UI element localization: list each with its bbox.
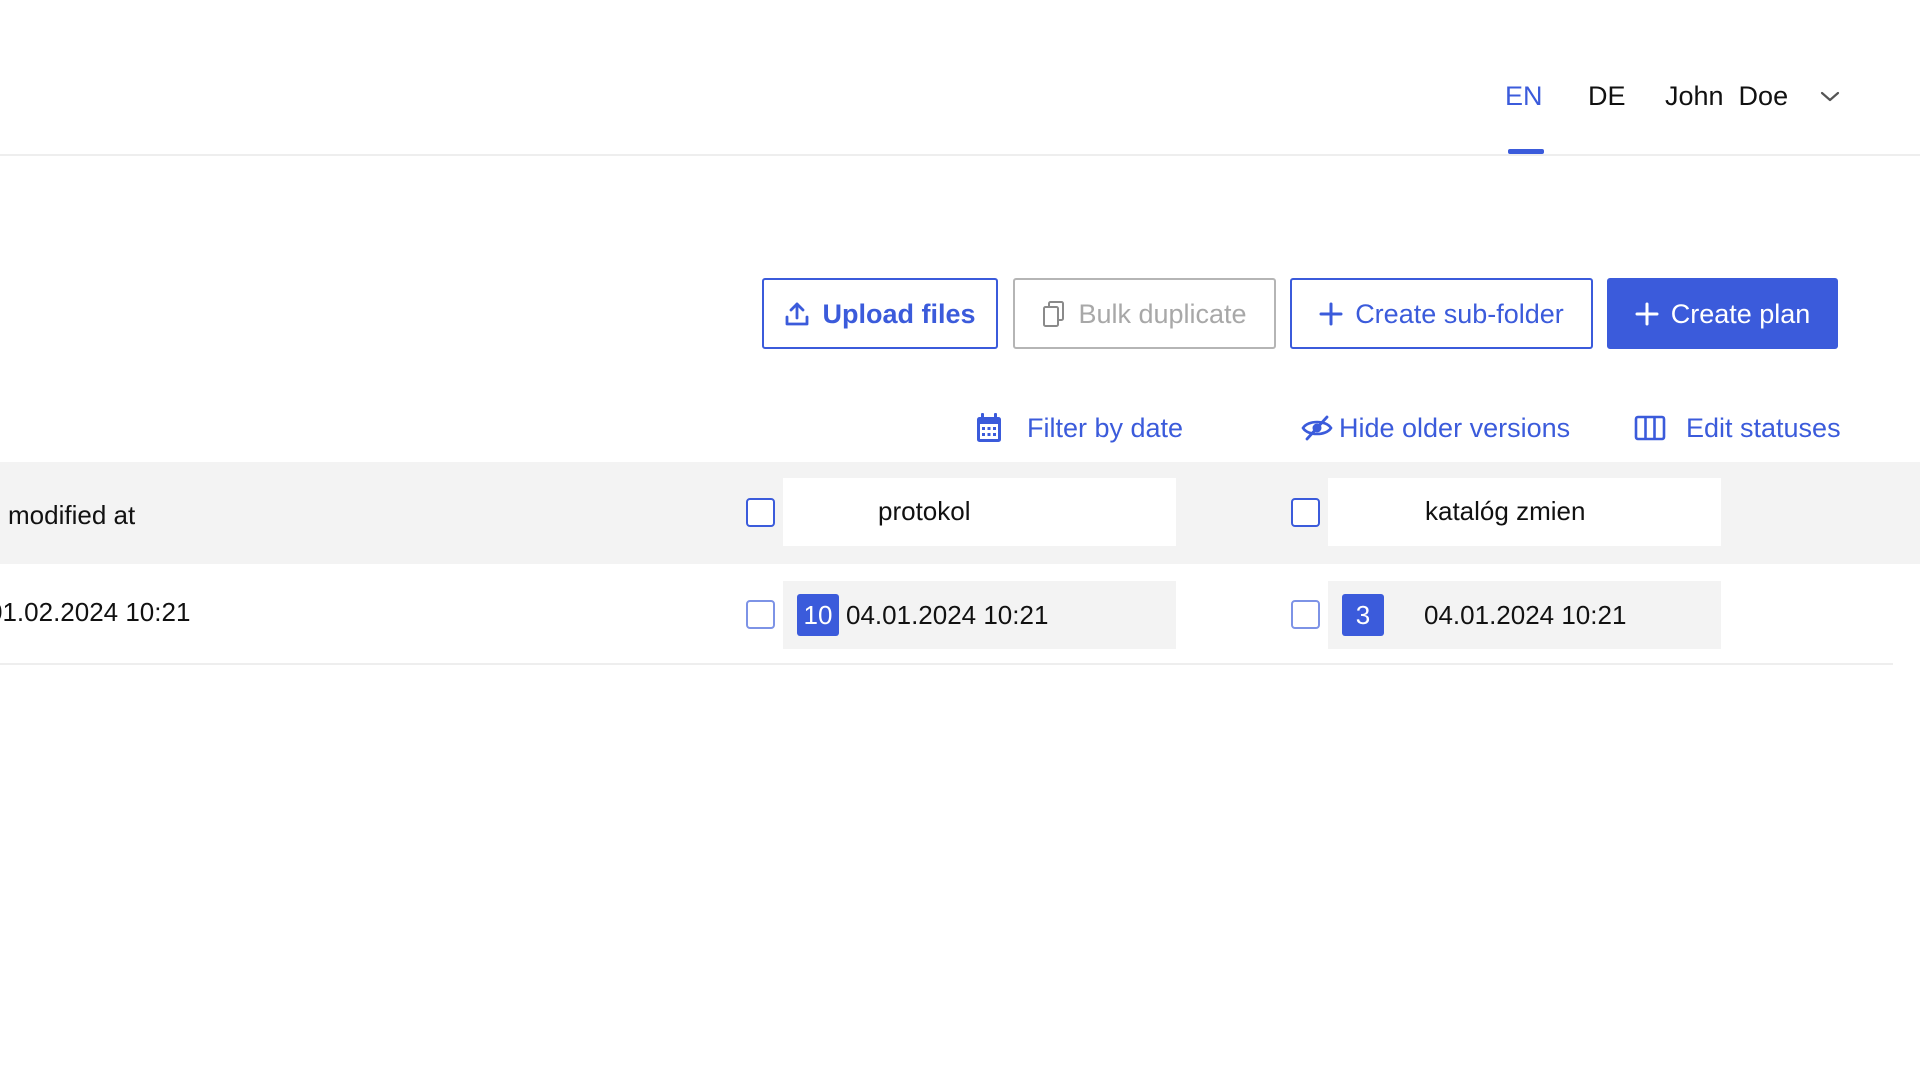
hide-older-versions-button[interactable]: Hide older versions bbox=[1301, 410, 1570, 446]
version-count-badge[interactable]: 10 bbox=[797, 594, 839, 636]
select-cell-katalog-zmien-checkbox[interactable] bbox=[1291, 600, 1320, 629]
edit-statuses-label: Edit statuses bbox=[1686, 412, 1841, 443]
upload-files-label: Upload files bbox=[822, 298, 976, 329]
calendar-icon bbox=[977, 413, 1001, 442]
upload-files-button[interactable]: Upload files bbox=[762, 278, 998, 349]
eye-slash-icon bbox=[1301, 415, 1333, 441]
edit-statuses-button[interactable]: Edit statuses bbox=[1634, 410, 1841, 446]
table-header-row: modified at protokol katalóg zmien bbox=[0, 462, 1920, 564]
bulk-duplicate-label: Bulk duplicate bbox=[1078, 298, 1247, 329]
column-header-protokol[interactable]: protokol bbox=[783, 478, 1176, 546]
plus-icon bbox=[1635, 302, 1659, 325]
active-language-indicator bbox=[1508, 149, 1544, 154]
top-header: EN DE John Doe bbox=[0, 0, 1920, 156]
column-header-katalog-zmien[interactable]: katalóg zmien bbox=[1328, 478, 1721, 546]
copy-icon bbox=[1043, 300, 1065, 327]
version-date: 04.01.2024 10:21 bbox=[846, 600, 1049, 630]
create-subfolder-label: Create sub-folder bbox=[1355, 298, 1564, 329]
chevron-down-icon[interactable] bbox=[1819, 88, 1841, 104]
create-plan-label: Create plan bbox=[1670, 298, 1811, 329]
hide-older-versions-label: Hide older versions bbox=[1339, 412, 1571, 443]
column-header-label: katalóg zmien bbox=[1425, 496, 1586, 526]
columns-icon bbox=[1634, 415, 1666, 441]
version-count-badge[interactable]: 3 bbox=[1342, 594, 1384, 636]
column-header-label: protokol bbox=[878, 496, 971, 526]
modified-at-header[interactable]: modified at bbox=[8, 499, 135, 531]
filter-by-date-button[interactable]: Filter by date bbox=[975, 410, 1183, 446]
select-cell-protokol-checkbox[interactable] bbox=[746, 600, 775, 629]
create-subfolder-button[interactable]: Create sub-folder bbox=[1290, 278, 1593, 349]
version-date: 04.01.2024 10:21 bbox=[1424, 600, 1627, 630]
language-de-tab[interactable]: DE bbox=[1588, 80, 1626, 112]
select-column-protokol-checkbox[interactable] bbox=[746, 498, 775, 527]
version-cell-protokol[interactable]: 10 04.01.2024 10:21 bbox=[783, 581, 1176, 649]
modified-at-value: 01.02.2024 10:21 bbox=[0, 597, 191, 627]
user-menu-name[interactable]: John Doe bbox=[1665, 80, 1788, 112]
table-row: 01.02.2024 10:21 10 04.01.2024 10:21 3 0… bbox=[0, 566, 1893, 665]
version-cell-katalog-zmien[interactable]: 3 04.01.2024 10:21 bbox=[1328, 581, 1721, 649]
filter-by-date-label: Filter by date bbox=[1027, 412, 1184, 443]
plus-icon bbox=[1319, 302, 1343, 325]
upload-icon bbox=[786, 302, 809, 325]
bulk-duplicate-button[interactable]: Bulk duplicate bbox=[1013, 278, 1276, 349]
create-plan-button[interactable]: Create plan bbox=[1607, 278, 1838, 349]
language-en-tab[interactable]: EN bbox=[1505, 80, 1543, 112]
select-column-katalog-zmien-checkbox[interactable] bbox=[1291, 498, 1320, 527]
